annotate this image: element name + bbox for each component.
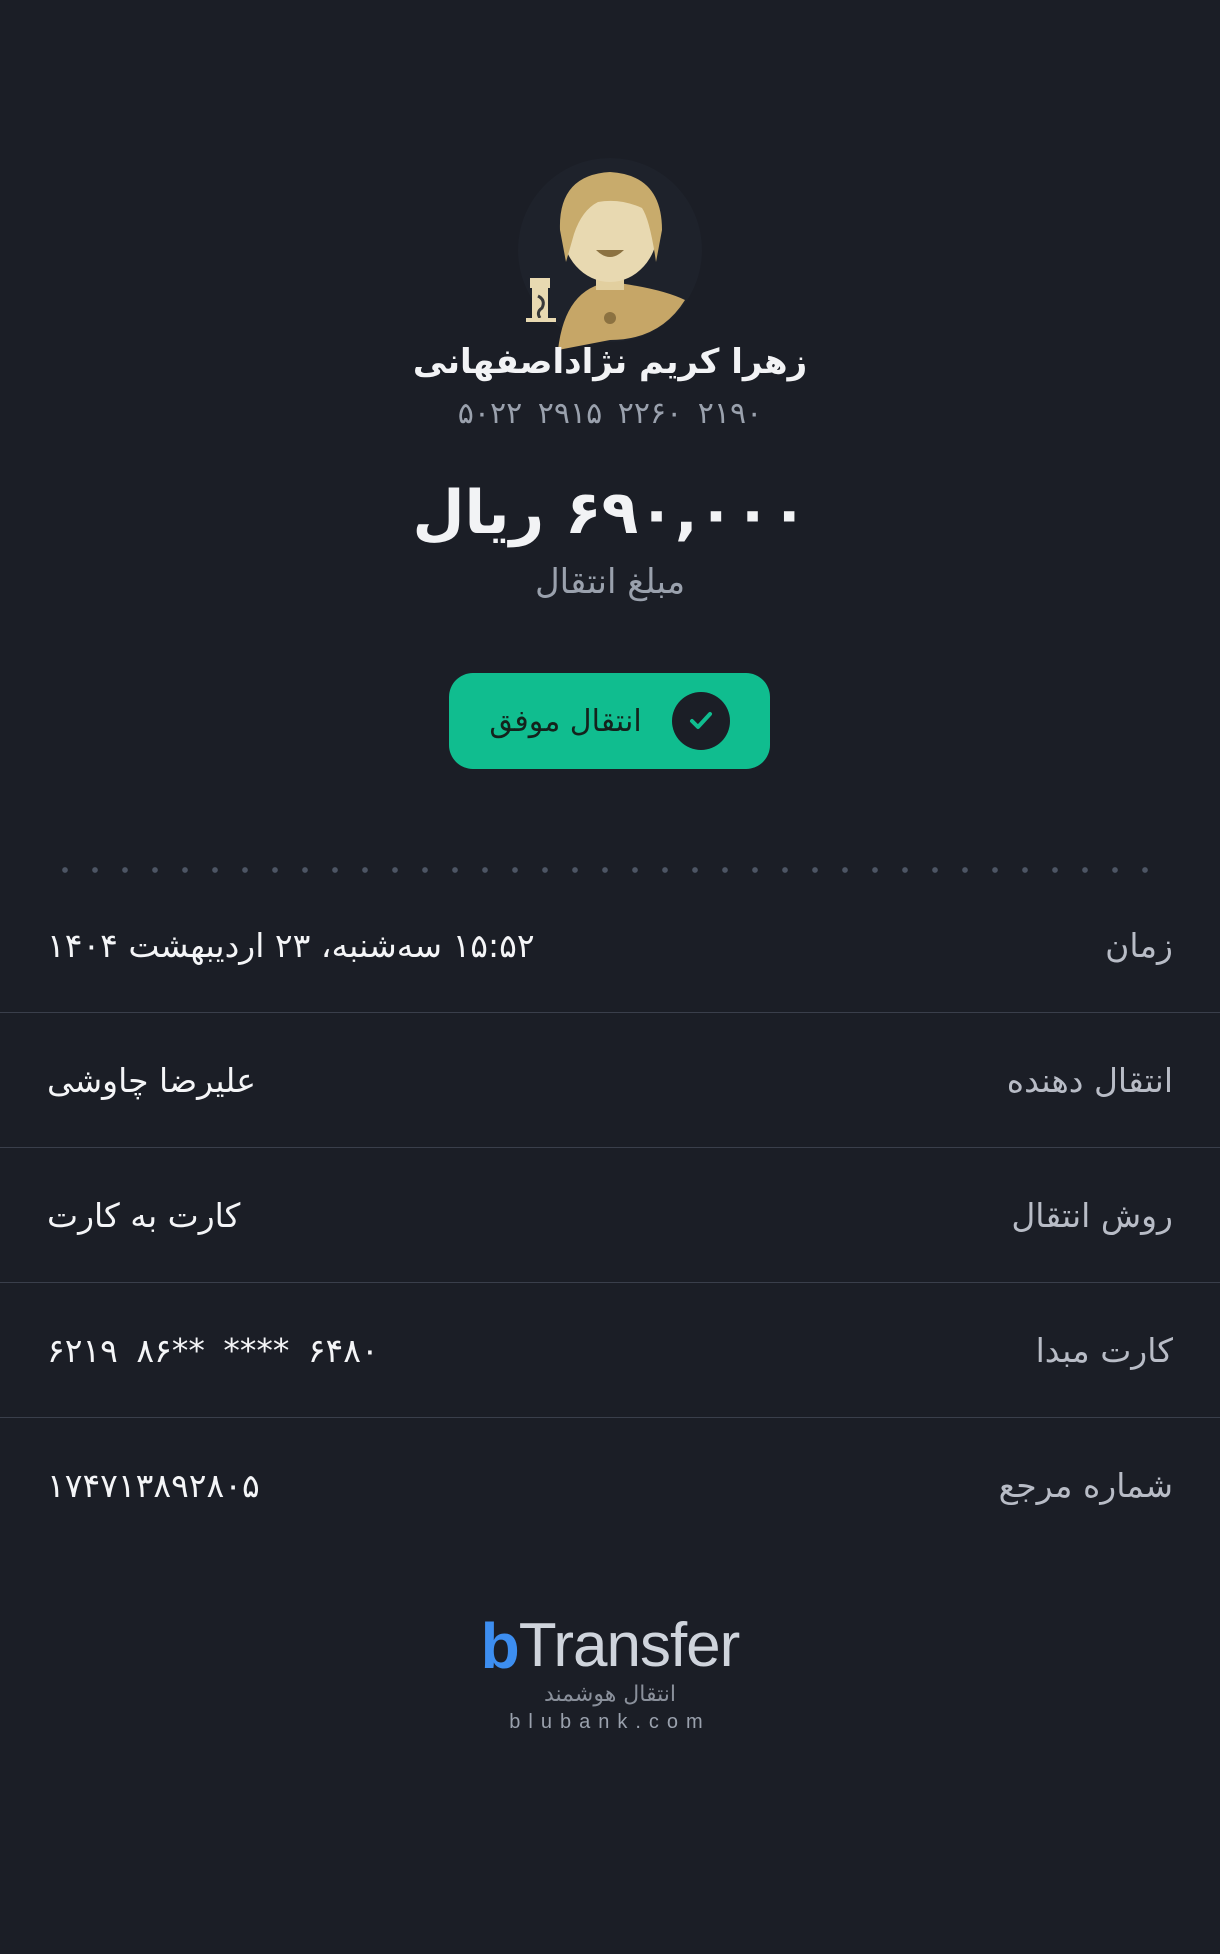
- recipient-name: زهرا کریم نژاداصفهانی: [412, 342, 808, 382]
- dotted-divider: [50, 867, 1170, 873]
- transfer-amount-label: مبلغ انتقال: [534, 562, 686, 602]
- detail-value: کارت به کارت: [47, 1195, 241, 1235]
- detail-row-method: روش انتقال کارت به کارت: [0, 1148, 1220, 1283]
- checkmark-icon: [671, 692, 730, 750]
- detail-row-time: زمان ۱۵:۵۲ سه‌شنبه، ۲۳ اردیبهشت ۱۴۰۴: [0, 878, 1220, 1013]
- detail-value: ۱۷۴۷۱۳۸۹۲۸۰۵: [47, 1465, 260, 1505]
- btransfer-logo: b Transfer انتقال هوشمند blubank.com: [480, 1610, 741, 1742]
- woman-avatar-icon: [518, 158, 702, 350]
- detail-label: کارت مبدا: [1035, 1330, 1173, 1370]
- detail-row-sender: انتقال دهنده علیرضا چاوشی: [0, 1013, 1220, 1148]
- detail-value: علیرضا چاوشی: [47, 1060, 256, 1100]
- recipient-avatar: [510, 150, 710, 350]
- logo-text: Transfer: [518, 1611, 741, 1680]
- status-label: انتقال موفق: [489, 703, 642, 739]
- logo-b: b: [480, 1610, 520, 1682]
- detail-label: انتقال دهنده: [1006, 1060, 1173, 1100]
- detail-row-source-card: کارت مبدا ۶۲۱۹ ۸۶** **** ۶۴۸۰: [0, 1283, 1220, 1418]
- logo-tagline: انتقال هوشمند: [544, 1682, 676, 1707]
- detail-label: روش انتقال: [1011, 1195, 1173, 1235]
- detail-label: شماره مرجع: [998, 1465, 1173, 1505]
- transfer-amount: ۶۹۰,۰۰۰ ریال: [412, 478, 808, 548]
- recipient-card-number: ۵۰۲۲ ۲۹۱۵ ۲۲۶۰ ۲۱۹۰: [457, 396, 763, 431]
- detail-label: زمان: [1105, 925, 1173, 965]
- logo-wordmark: b Transfer: [480, 1610, 741, 1682]
- detail-value: ۶۲۱۹ ۸۶** **** ۶۴۸۰: [47, 1330, 379, 1370]
- detail-value: ۱۵:۵۲ سه‌شنبه، ۲۳ اردیبهشت ۱۴۰۴: [47, 925, 535, 965]
- logo-domain: blubank.com: [509, 1711, 711, 1733]
- success-status-badge: انتقال موفق: [449, 673, 770, 769]
- detail-row-reference: شماره مرجع ۱۷۴۷۱۳۸۹۲۸۰۵: [0, 1418, 1220, 1552]
- transfer-details-list: زمان ۱۵:۵۲ سه‌شنبه، ۲۳ اردیبهشت ۱۴۰۴ انت…: [0, 878, 1220, 1552]
